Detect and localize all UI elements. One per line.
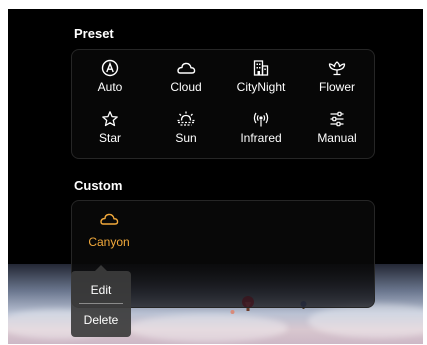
- star-icon: [101, 109, 119, 129]
- context-menu: Edit Delete: [71, 265, 131, 337]
- preset-item-auto[interactable]: Auto: [72, 58, 148, 98]
- auto-a-icon: [101, 58, 119, 78]
- preset-item-manual[interactable]: Manual: [299, 109, 375, 149]
- sliders-icon: [328, 109, 346, 129]
- preset-item-label: Flower: [318, 80, 355, 94]
- edit-menu-item[interactable]: Edit: [71, 278, 131, 302]
- preset-item-label: Sun: [175, 131, 197, 145]
- preset-section-title: Preset: [74, 26, 114, 41]
- custom-section-title: Custom: [74, 178, 123, 193]
- sunrise-icon: [176, 109, 196, 129]
- preset-item-sun[interactable]: Sun: [148, 109, 224, 149]
- preset-panel: Auto Cloud CityNight Flower Star Sun Inf…: [71, 49, 375, 159]
- custom-item-label: Canyon: [88, 235, 130, 249]
- preset-item-citynight[interactable]: CityNight: [223, 58, 299, 98]
- preset-item-infrared[interactable]: Infrared: [223, 109, 299, 149]
- preset-item-cloud[interactable]: Cloud: [148, 58, 224, 98]
- city-building-icon: [252, 58, 270, 78]
- delete-menu-item[interactable]: Delete: [71, 308, 131, 332]
- custom-item-canyon[interactable]: Canyon: [81, 211, 137, 249]
- hot-air-balloon-icon: [230, 310, 235, 314]
- preset-item-flower[interactable]: Flower: [299, 58, 375, 98]
- cloud-icon: [176, 58, 196, 78]
- camera-settings-screen: Preset Auto Cloud CityNight Flower Star …: [8, 9, 423, 344]
- cloud-icon: [99, 211, 119, 232]
- preset-item-label: Infrared: [240, 131, 282, 145]
- preset-item-label: Star: [98, 131, 121, 145]
- menu-divider: [79, 303, 123, 304]
- preset-item-label: Cloud: [170, 80, 202, 94]
- preset-item-star[interactable]: Star: [72, 109, 148, 149]
- infrared-signal-icon: [251, 109, 271, 129]
- flower-icon: [327, 58, 347, 78]
- preset-item-label: Manual: [317, 131, 357, 145]
- preset-item-label: CityNight: [236, 80, 286, 94]
- preset-item-label: Auto: [97, 80, 123, 94]
